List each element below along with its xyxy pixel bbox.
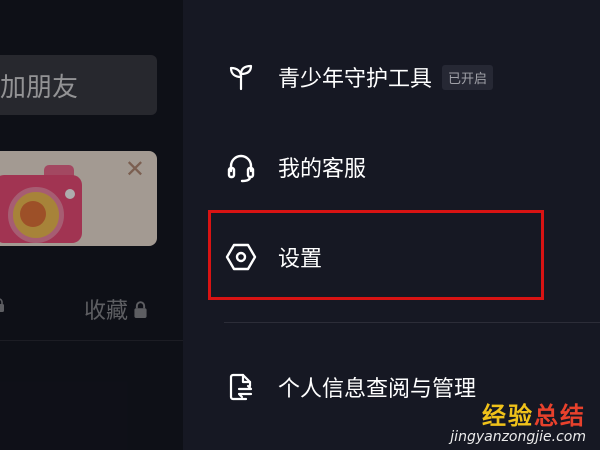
lock-icon (0, 298, 4, 312)
status-badge: 已开启 (442, 64, 494, 90)
lock-icon (134, 300, 147, 318)
divider (224, 322, 600, 323)
menu-item-customer-service[interactable]: 我的客服 (224, 150, 366, 184)
tab-favorites[interactable]: 收藏 (84, 293, 147, 325)
camera-flash-decoration (65, 189, 75, 199)
headset-icon (224, 150, 258, 184)
watermark-logo: 经验总结 jingyanzongjie.com (450, 396, 586, 445)
menu-item-personal-info[interactable]: 个人信息查阅与管理 (224, 370, 476, 404)
watermark-url: jingyanzongjie.com (450, 429, 586, 445)
watermark-title: 经验总结 (482, 402, 586, 430)
left-profile-panel: 加朋友 ✕ 收藏 (0, 0, 183, 450)
promo-card[interactable]: ✕ (0, 151, 157, 246)
menu-item-teen-protection[interactable]: 青少年守护工具 已开启 (224, 60, 494, 94)
menu-item-label: 个人信息查阅与管理 (278, 377, 477, 402)
divider (0, 340, 183, 341)
document-exchange-icon (224, 370, 258, 404)
menu-item-label: 青少年守护工具 (278, 67, 433, 92)
menu-item-label: 我的客服 (278, 157, 367, 182)
favorites-label: 收藏 (84, 299, 129, 324)
add-friend-label: 加朋友 (0, 72, 79, 103)
highlight-box (208, 210, 544, 300)
sprout-icon (224, 60, 258, 94)
close-icon[interactable]: ✕ (125, 157, 145, 181)
add-friend-button[interactable]: 加朋友 (0, 55, 157, 115)
camera-lens-inner-decoration (20, 201, 46, 227)
